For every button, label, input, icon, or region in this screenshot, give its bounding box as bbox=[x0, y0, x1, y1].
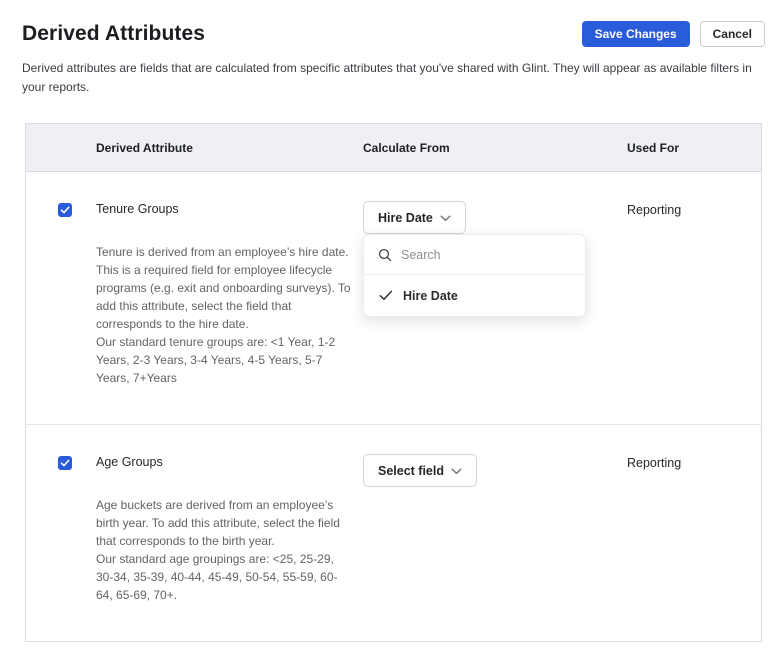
tenure-checkbox-cell bbox=[26, 172, 96, 424]
cancel-button[interactable]: Cancel bbox=[699, 21, 765, 47]
tenure-calculate-from-cell: Hire Date Hire Date bbox=[363, 172, 627, 424]
age-field-dropdown[interactable]: Select field bbox=[363, 454, 477, 487]
chevron-down-icon bbox=[451, 468, 462, 475]
age-groups-checkbox[interactable] bbox=[58, 456, 72, 470]
row-title: Tenure Groups bbox=[96, 202, 179, 216]
header-actions: Save Changes Cancel bbox=[581, 21, 765, 47]
tenure-field-dropdown[interactable]: Hire Date bbox=[363, 201, 466, 234]
row-title: Age Groups bbox=[96, 455, 163, 469]
checkmark-icon bbox=[60, 205, 70, 215]
tenure-name-cell: Tenure Groups Tenure is derived from an … bbox=[96, 172, 363, 424]
dropdown-search-input[interactable] bbox=[401, 247, 571, 262]
checkmark-icon bbox=[60, 458, 70, 468]
tenure-used-for: Reporting bbox=[627, 203, 682, 217]
dropdown-label: Hire Date bbox=[378, 210, 433, 225]
row-description-groups: Our standard tenure groups are: <1 Year,… bbox=[96, 335, 336, 385]
header-calculate-from: Calculate From bbox=[363, 140, 450, 155]
save-changes-button[interactable]: Save Changes bbox=[581, 21, 690, 47]
age-name-cell: Age Groups Age buckets are derived from … bbox=[96, 425, 363, 641]
page-title: Derived Attributes bbox=[22, 22, 206, 45]
age-used-for: Reporting bbox=[627, 456, 682, 470]
row-description: Age buckets are derived from an employee… bbox=[96, 498, 340, 548]
dropdown-label: Select field bbox=[378, 463, 444, 478]
search-icon bbox=[378, 248, 392, 262]
dropdown-option-label: Hire Date bbox=[403, 288, 458, 303]
page-header: Derived Attributes Save Changes Cancel bbox=[0, 0, 784, 47]
header-derived-attribute: Derived Attribute bbox=[96, 140, 193, 155]
selected-check-icon bbox=[379, 290, 393, 301]
page-description: Derived attributes are fields that are c… bbox=[22, 61, 752, 94]
header-used-for: Used For bbox=[627, 140, 680, 155]
table-header-row: Derived Attribute Calculate From Used Fo… bbox=[26, 124, 761, 172]
tenure-groups-checkbox[interactable] bbox=[58, 203, 72, 217]
dropdown-search-row bbox=[364, 235, 585, 275]
row-description: Tenure is derived from an employee’s hir… bbox=[96, 245, 351, 331]
chevron-down-icon bbox=[440, 215, 451, 222]
dropdown-option-hire-date[interactable]: Hire Date bbox=[364, 275, 585, 316]
table-row-age-groups: Age Groups Age buckets are derived from … bbox=[26, 425, 761, 641]
derived-attributes-table: Derived Attribute Calculate From Used Fo… bbox=[25, 123, 762, 642]
age-checkbox-cell bbox=[26, 425, 96, 641]
field-dropdown-menu: Hire Date bbox=[363, 234, 586, 317]
table-row-tenure-groups: Tenure Groups Tenure is derived from an … bbox=[26, 172, 761, 425]
row-description-groups: Our standard age groupings are: <25, 25-… bbox=[96, 552, 338, 602]
age-calculate-from-cell: Select field bbox=[363, 425, 627, 641]
